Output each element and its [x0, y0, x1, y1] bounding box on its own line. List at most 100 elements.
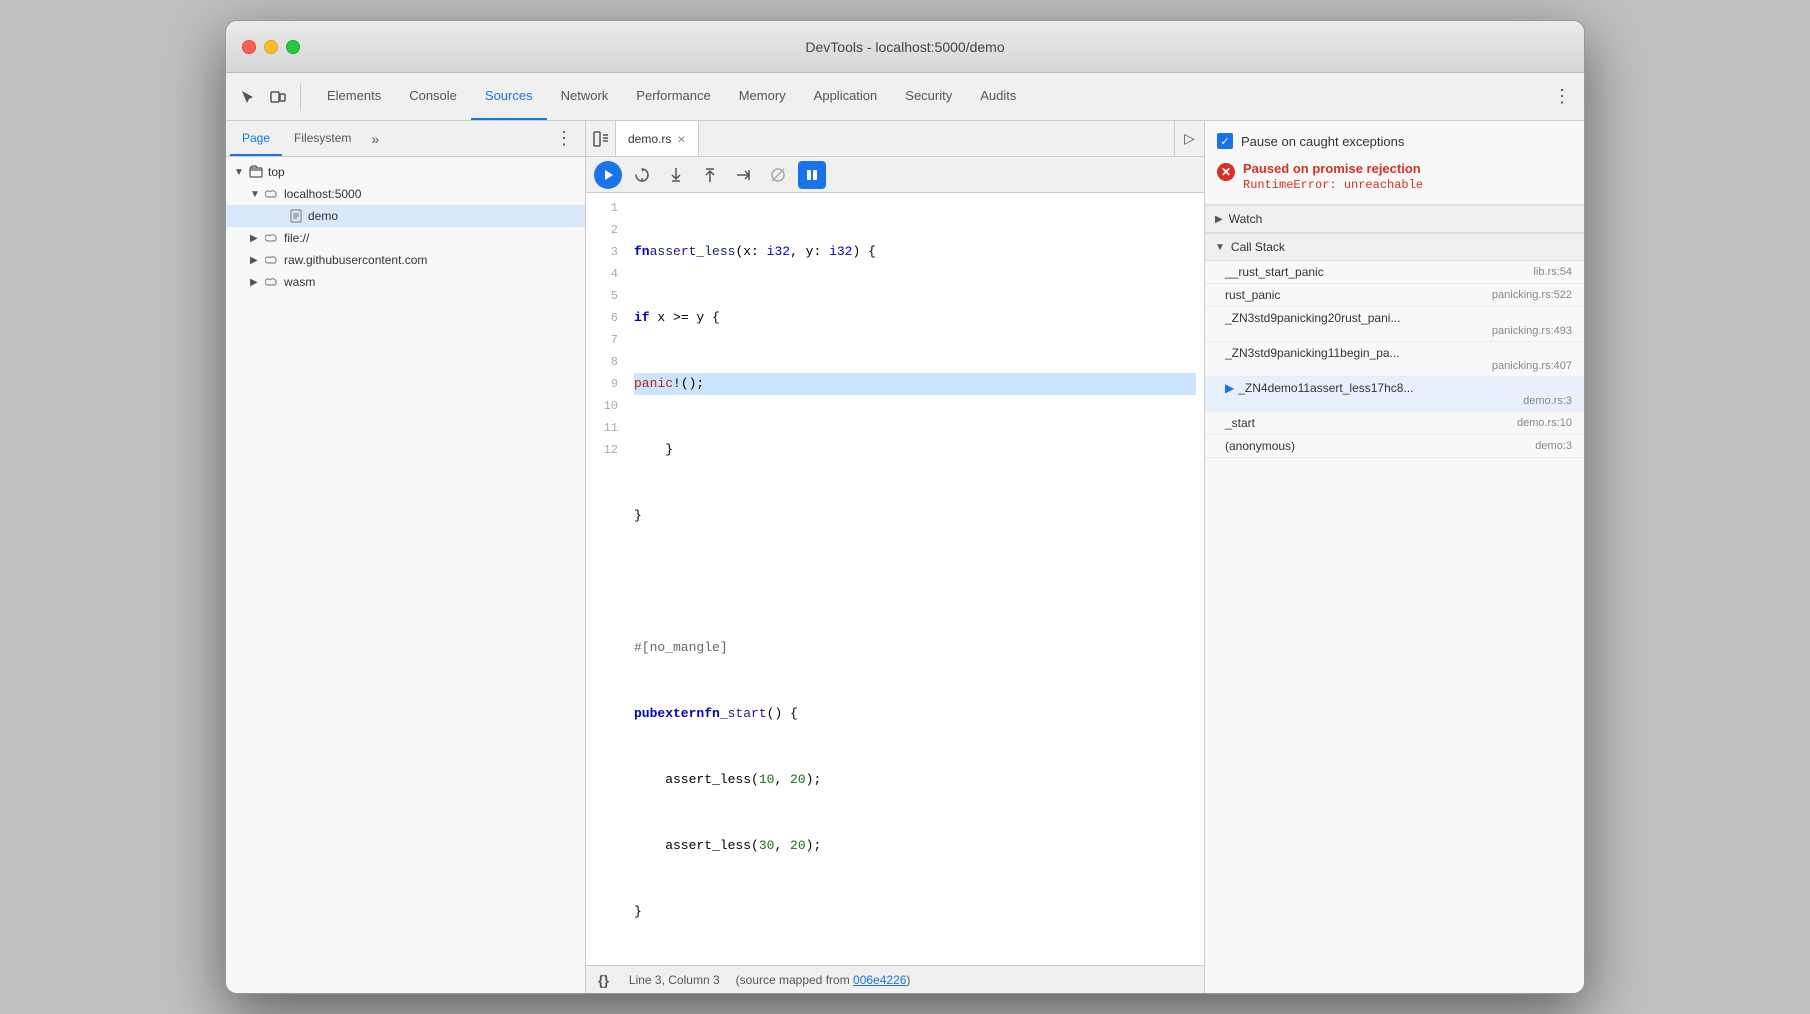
editor-tab-demo[interactable]: demo.rs × — [616, 121, 699, 156]
tree-label-raw: raw.githubusercontent.com — [284, 253, 585, 267]
step-out-button[interactable] — [696, 161, 724, 189]
main-tabs: Elements Console Sources Network Perform… — [313, 73, 1544, 120]
code-line-6 — [634, 571, 1196, 593]
error-icon: ✕ — [1217, 163, 1235, 181]
step-button[interactable] — [730, 161, 758, 189]
tree-item-raw[interactable]: ▶ raw.githubusercontent.com — [226, 249, 585, 271]
tab-security[interactable]: Security — [891, 73, 966, 120]
tree-arrow-top: ▼ — [234, 167, 248, 178]
devtools-container: Elements Console Sources Network Perform… — [226, 73, 1584, 993]
call-stack-item-5[interactable]: _start demo.rs:10 — [1205, 412, 1584, 435]
tree-item-file[interactable]: ▶ file:// — [226, 227, 585, 249]
device-icon[interactable] — [264, 83, 292, 111]
cs-file-2: panicking.rs:493 — [1492, 325, 1572, 337]
call-stack-item-4[interactable]: ▶ _ZN4demo11assert_less17hc8... demo.rs:… — [1205, 377, 1584, 412]
call-stack-section-header[interactable]: ▼ Call Stack — [1205, 233, 1584, 261]
tree-item-top[interactable]: ▼ top — [226, 161, 585, 183]
cursor-icon[interactable] — [234, 83, 262, 111]
panel-menu-icon[interactable]: ⋮ — [547, 128, 581, 149]
deactivate-breakpoints-button[interactable] — [764, 161, 792, 189]
call-stack-item-3[interactable]: _ZN3std9panicking11begin_pa... panicking… — [1205, 342, 1584, 377]
tab-performance[interactable]: Performance — [622, 73, 724, 120]
paused-subtitle: RuntimeError: unreachable — [1243, 178, 1423, 192]
paused-title: Paused on promise rejection — [1243, 161, 1423, 176]
status-bar: {} Line 3, Column 3 (source mapped from … — [586, 965, 1204, 993]
cs-name-0: __rust_start_panic — [1225, 265, 1324, 279]
more-tabs-icon[interactable]: ⋮ — [1548, 83, 1576, 111]
tree-arrow-raw: ▶ — [250, 255, 264, 266]
code-line-3: panic!(); — [634, 373, 1196, 395]
cloud-icon-localhost — [264, 186, 280, 202]
toolbar-icons — [234, 83, 301, 111]
tree-item-demo[interactable]: ▶ demo — [226, 205, 585, 227]
code-line-9: assert_less(10, 20); — [634, 769, 1196, 791]
maximize-button[interactable] — [286, 40, 300, 54]
tab-application[interactable]: Application — [800, 73, 892, 120]
watch-label: Watch — [1229, 212, 1263, 226]
tab-page[interactable]: Page — [230, 121, 282, 156]
window-title: DevTools - localhost:5000/demo — [805, 39, 1004, 55]
tab-audits[interactable]: Audits — [966, 73, 1030, 120]
tab-filesystem[interactable]: Filesystem — [282, 121, 363, 156]
format-icon[interactable]: {} — [598, 972, 609, 988]
close-button[interactable] — [242, 40, 256, 54]
tab-memory[interactable]: Memory — [725, 73, 800, 120]
devtools-window: DevTools - localhost:5000/demo E — [225, 20, 1585, 994]
pause-exceptions-button[interactable] — [798, 161, 826, 189]
cs-name-6: (anonymous) — [1225, 439, 1295, 453]
tree-arrow-wasm: ▶ — [250, 277, 264, 288]
call-stack-arrow-icon: ▼ — [1215, 242, 1225, 253]
code-editor[interactable]: 1 2 3 4 5 6 7 8 9 10 11 12 fn asse — [586, 193, 1204, 965]
step-into-button[interactable] — [662, 161, 690, 189]
call-stack-label: Call Stack — [1231, 240, 1285, 254]
editor-tabs-bar: demo.rs × ▷ — [586, 121, 1204, 157]
left-panel-tabs: Page Filesystem » ⋮ — [226, 121, 585, 157]
tree-arrow-localhost: ▼ — [250, 189, 264, 200]
cs-file-3: panicking.rs:407 — [1492, 360, 1572, 372]
tree-label-demo: demo — [308, 209, 585, 223]
pause-exceptions-checkbox[interactable]: ✓ — [1217, 133, 1233, 149]
step-over-button[interactable] — [628, 161, 656, 189]
source-map-link[interactable]: 006e4226 — [853, 973, 906, 987]
tab-console[interactable]: Console — [395, 73, 471, 120]
cloud-icon-file — [264, 230, 280, 246]
cs-file-4: demo.rs:3 — [1523, 395, 1572, 407]
tree-item-localhost[interactable]: ▼ localhost:5000 — [226, 183, 585, 205]
editor-tab-label: demo.rs — [628, 132, 671, 146]
title-bar: DevTools - localhost:5000/demo — [226, 21, 1584, 73]
cursor-position: Line 3, Column 3 — [629, 973, 720, 987]
cs-name-1: rust_panic — [1225, 288, 1280, 302]
nav-back-icon[interactable] — [586, 121, 616, 157]
call-stack-item-6[interactable]: (anonymous) demo:3 — [1205, 435, 1584, 458]
call-stack-item-1[interactable]: rust_panic panicking.rs:522 — [1205, 284, 1584, 307]
pause-info: ✓ Pause on caught exceptions ✕ Paused on… — [1205, 121, 1584, 205]
tree-label-top: top — [268, 165, 585, 179]
editor-tab-close-icon[interactable]: × — [677, 131, 685, 147]
code-line-1: fn assert_less(x: i32, y: i32) { — [634, 241, 1196, 263]
file-icon-demo — [288, 208, 304, 224]
main-area: Page Filesystem » ⋮ ▼ — [226, 121, 1584, 993]
editor-format-icon[interactable]: ▷ — [1174, 121, 1204, 157]
watch-section-header[interactable]: ▶ Watch — [1205, 205, 1584, 233]
code-line-5: } — [634, 505, 1196, 527]
cloud-icon-raw — [264, 252, 280, 268]
source-map-info: (source mapped from 006e4226) — [736, 973, 911, 987]
cs-name-3: _ZN3std9panicking11begin_pa... — [1225, 346, 1400, 360]
middle-panel: demo.rs × ▷ — [586, 121, 1204, 993]
cs-name-5: _start — [1225, 416, 1255, 430]
tree-label-wasm: wasm — [284, 275, 585, 289]
call-stack-item-0[interactable]: __rust_start_panic lib.rs:54 — [1205, 261, 1584, 284]
more-panels-icon[interactable]: » — [367, 131, 383, 147]
call-stack-items: __rust_start_panic lib.rs:54 rust_panic … — [1205, 261, 1584, 458]
right-panel: ✓ Pause on caught exceptions ✕ Paused on… — [1204, 121, 1584, 993]
tab-network[interactable]: Network — [547, 73, 623, 120]
call-stack-item-2[interactable]: _ZN3std9panicking20rust_pani... panickin… — [1205, 307, 1584, 342]
minimize-button[interactable] — [264, 40, 278, 54]
cs-name-2: _ZN3std9panicking20rust_pani... — [1225, 311, 1400, 325]
active-frame-icon: ▶ — [1225, 381, 1234, 395]
resume-button[interactable] — [594, 161, 622, 189]
tab-elements[interactable]: Elements — [313, 73, 395, 120]
tree-label-localhost: localhost:5000 — [284, 187, 585, 201]
tree-item-wasm[interactable]: ▶ wasm — [226, 271, 585, 293]
tab-sources[interactable]: Sources — [471, 73, 547, 120]
